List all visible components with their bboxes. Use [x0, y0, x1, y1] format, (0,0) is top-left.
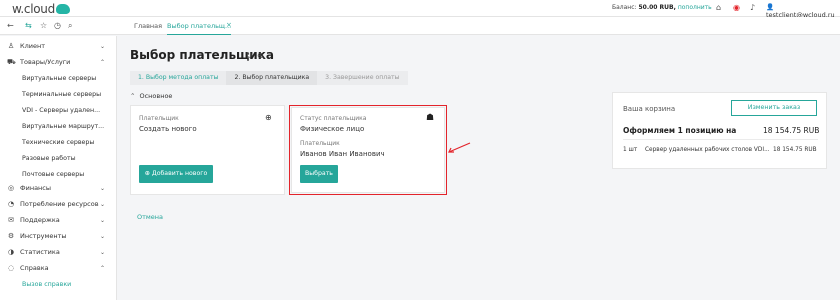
coin-icon: ◎ [7, 184, 15, 192]
tab-home[interactable]: Главная [134, 22, 162, 30]
highlight-box [289, 105, 447, 195]
sidebar-item-label: Товары/Услуги [20, 58, 71, 66]
sidebar-item-label: Поддержка [20, 216, 60, 224]
sidebar-item-label: Потребление ресурсов [20, 200, 99, 208]
sidebar-item-client[interactable]: ♙ Клиент ⌄ [0, 38, 117, 54]
collapse-icon[interactable]: ⇆ [25, 21, 32, 30]
search-icon[interactable]: ⌕ [68, 21, 72, 30]
chart-icon: ◔ [7, 200, 15, 208]
sidebar-item-label: Клиент [20, 42, 46, 50]
cart-total: 18 154.75 RUB [763, 126, 820, 135]
sidebar-item-label: Статистика [20, 248, 60, 256]
user-icon: ♙ [7, 42, 15, 50]
logo-text: w.cloud [12, 2, 55, 16]
payer-label: Плательщик [139, 115, 179, 122]
stats-icon: ◑ [7, 248, 15, 256]
sidebar-item-resources[interactable]: ◔ Потребление ресурсов ⌄ [0, 196, 117, 212]
sidebar-subitem-terminal-servers[interactable]: Терминальные серверы [22, 91, 101, 98]
chevron-down-icon: ⌄ [100, 200, 106, 208]
plus-icon: ⊕ [144, 170, 152, 177]
steps-breadcrumb: 1. Выбор метода оплаты 2. Выбор плательщ… [130, 71, 408, 85]
chevron-down-icon: ⌄ [100, 184, 106, 192]
cancel-link[interactable]: Отмена [137, 213, 163, 221]
close-icon[interactable]: × [226, 21, 232, 29]
sidebar-item-finance[interactable]: ◎ Финансы ⌄ [0, 180, 117, 196]
cart-item-price: 18 154.75 RUB [773, 147, 817, 153]
chevron-up-icon: ⌃ [130, 92, 136, 100]
chevron-down-icon: ⌄ [100, 248, 106, 256]
tab-bar: ← ⇆ ☆ ◷ ⌕ Главная Выбор плательщ... × [0, 17, 840, 35]
add-new-label: Добавить нового [151, 170, 208, 177]
sidebar-item-help[interactable]: ◌ Справка ⌃ [0, 260, 117, 276]
sidebar-item-label: Инструменты [20, 232, 67, 240]
sidebar-subitem-one-time-works[interactable]: Разовые работы [22, 155, 76, 162]
support-icon: ✉ [8, 216, 14, 224]
chevron-down-icon: ⌄ [100, 42, 106, 50]
sidebar-item-support[interactable]: ✉ Поддержка ⌄ [0, 212, 117, 228]
back-arrow-icon[interactable]: ← [7, 21, 14, 30]
sidebar-subitem-help-call[interactable]: Вызов справки [22, 281, 71, 288]
section-label: Основное [139, 92, 173, 100]
chevron-up-icon: ⌃ [100, 58, 106, 66]
sidebar-subitem-virtual-routers[interactable]: Виртуальные маршрут... [22, 123, 104, 130]
cart-panel: Ваша корзина Изменить заказ Оформляем 1 … [612, 92, 827, 169]
chevron-up-icon: ⌃ [100, 264, 106, 272]
sidebar-item-label: Справка [20, 264, 49, 272]
chevron-down-icon: ⌄ [100, 216, 106, 224]
step-payment-complete: 3. Завершение оплаты [317, 71, 408, 85]
sidebar-subitem-virtual-servers[interactable]: Виртуальные серверы [22, 75, 96, 82]
sidebar-item-label: Финансы [20, 184, 52, 192]
sidebar-subitem-mail-servers[interactable]: Почтовые серверы [22, 171, 84, 178]
cart-heading: Оформляем 1 позицию на [623, 126, 737, 135]
star-icon[interactable]: ☆ [40, 21, 47, 30]
sidebar-item-services[interactable]: ⛟ Товары/Услуги ⌃ [0, 54, 117, 70]
balance-label: Баланс: [612, 4, 637, 11]
sidebar: ♙ Клиент ⌄ ⛟ Товары/Услуги ⌃ Виртуальные… [0, 36, 117, 300]
new-payer-card: Плательщик Создать нового ⊕ ⊕ Добавить н… [130, 105, 285, 195]
payer-value: Создать нового [139, 125, 197, 133]
sidebar-subitem-tech-servers[interactable]: Технические серверы [22, 139, 94, 146]
balance: Баланс: 50.00 RUB, пополнить [612, 4, 712, 11]
tab-payer-select[interactable]: Выбор плательщ... [167, 22, 232, 35]
warning-icon[interactable]: ◉ [732, 3, 741, 12]
cart-title: Ваша корзина [623, 105, 676, 113]
refresh-icon[interactable]: ↻ [246, 51, 253, 60]
add-circle-icon[interactable]: ⊕ [265, 113, 272, 122]
top-bar: w.cloud Баланс: 50.00 RUB, пополнить ⌂ ◉… [0, 0, 840, 27]
history-icon[interactable]: ◷ [54, 21, 61, 30]
globe-icon[interactable]: ⊕ [257, 51, 264, 60]
balance-value: 50.00 RUB, [638, 4, 676, 11]
cart-icon: ⛟ [7, 58, 16, 66]
logo[interactable]: w.cloud [12, 2, 70, 16]
step-payer-select: 2. Выбор плательщика [226, 71, 318, 85]
cart-item-name: Сервер удаленных рабочих столов VDI... [645, 147, 770, 153]
sidebar-subitem-vdi[interactable]: VDI - Серверы удален... [22, 107, 100, 114]
home-icon[interactable]: ⌂ [714, 3, 723, 12]
sidebar-item-tools[interactable]: ⚙ Инструменты ⌄ [0, 228, 117, 244]
divider [623, 139, 818, 140]
add-new-payer-button[interactable]: ⊕ Добавить нового [139, 165, 213, 183]
bell-icon[interactable]: ♪ [748, 3, 757, 12]
annotation-arrow [448, 142, 471, 153]
user-icon: 👤 [766, 3, 775, 11]
cart-item-qty: 1 шт [623, 147, 638, 153]
help-icon: ◌ [7, 264, 15, 272]
cloud-icon [55, 4, 70, 14]
chevron-down-icon: ⌄ [100, 232, 106, 240]
gear-icon: ⚙ [7, 232, 15, 240]
step-payment-method[interactable]: 1. Выбор метода оплаты [130, 71, 227, 85]
topup-link[interactable]: пополнить [678, 4, 712, 11]
change-order-button[interactable]: Изменить заказ [731, 100, 817, 116]
sidebar-item-statistics[interactable]: ◑ Статистика ⌄ [0, 244, 117, 260]
section-main-toggle[interactable]: ⌃ Основное [130, 92, 172, 100]
